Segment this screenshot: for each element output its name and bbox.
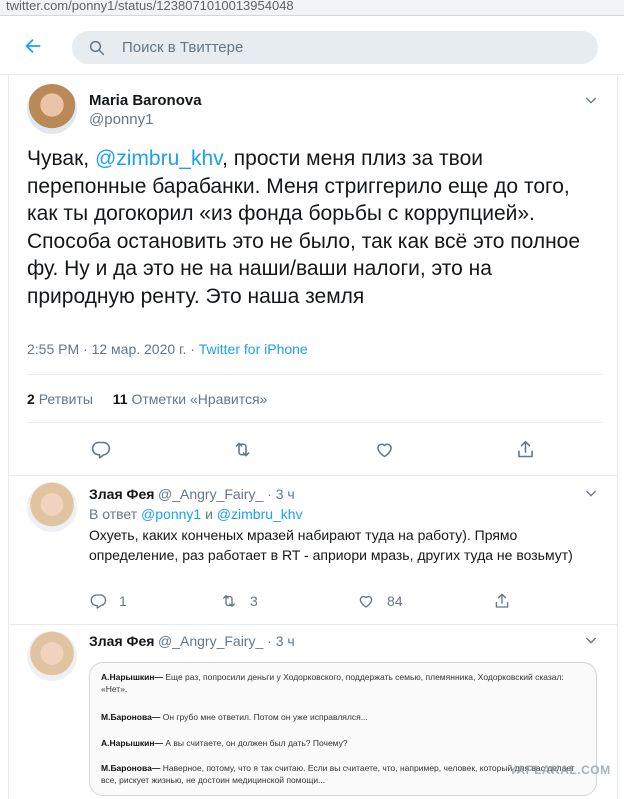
avatar[interactable] bbox=[27, 631, 77, 681]
browser-url[interactable]: twitter.com/ponny1/status/12380710100139… bbox=[6, 0, 294, 13]
reply-author-handle[interactable]: @_Angry_Fairy_ · 3 ч bbox=[158, 633, 295, 649]
heart-icon bbox=[359, 595, 373, 608]
transcript-line: М.Баронова— Он грубо мне ответил. Потом … bbox=[101, 711, 591, 723]
transcript-speaker: А.Нарышкин— bbox=[101, 672, 164, 682]
share-button[interactable] bbox=[493, 592, 523, 610]
search-input[interactable] bbox=[122, 31, 582, 64]
likes-label: Отметки «Нравится» bbox=[131, 391, 268, 407]
share-icon bbox=[495, 593, 509, 608]
browser-url-bar[interactable]: twitter.com/ponny1/status/12380710100139… bbox=[0, 0, 624, 16]
divider bbox=[9, 624, 617, 625]
reply-icon bbox=[91, 441, 110, 459]
column-border-right bbox=[617, 75, 618, 799]
transcript-text: Еще раз, попросили деньги у Ходорковског… bbox=[101, 672, 564, 694]
chevron-down-icon[interactable] bbox=[583, 485, 599, 501]
author-handle[interactable]: @ponny1 bbox=[89, 111, 153, 128]
tweet-text-part: , прости меня плиз за твои перепонные ба… bbox=[27, 147, 581, 308]
retweet-button[interactable]: 3 bbox=[220, 592, 258, 610]
transcript-text: Наверное, потому, что я так считаю. Если… bbox=[101, 763, 575, 785]
tweet-timestamp[interactable]: 2:55 PM · 12 мар. 2020 г. · bbox=[27, 341, 199, 357]
transcript-line: А.Нарышкин— А вы считаете, он должен был… bbox=[101, 737, 591, 749]
reply-author-name[interactable]: Злая Фея bbox=[89, 486, 154, 502]
retweet-count: 3 bbox=[250, 593, 258, 609]
back-button[interactable] bbox=[18, 31, 48, 61]
top-header bbox=[0, 17, 624, 75]
transcript-speaker: А.Нарышкин— bbox=[101, 738, 164, 748]
reply-to-line: В ответ @ponny1 и @zimbru_khv bbox=[89, 506, 303, 522]
likes-count: 11 bbox=[112, 391, 128, 407]
reply-to-and: и bbox=[201, 506, 217, 522]
retweet-icon bbox=[223, 595, 235, 607]
tweet-text-part: Чувак, bbox=[27, 147, 95, 170]
like-button[interactable]: 84 bbox=[357, 592, 403, 610]
retweets-count: 2 bbox=[27, 391, 35, 407]
retweets-stat[interactable]: 2 Ретвиты bbox=[27, 391, 93, 407]
transcript-text: А вы считаете, он должен был дать? Почем… bbox=[163, 738, 348, 748]
transcript-speaker: М.Баронова— bbox=[101, 763, 161, 773]
transcript-text: Он грубо мне ответил. Потом он уже испра… bbox=[160, 712, 368, 722]
tweet-stats: 2 Ретвиты 11 Отметки «Нравится» bbox=[27, 391, 267, 407]
mention-link[interactable]: @zimbru_khv bbox=[95, 147, 222, 170]
reply-author-handle[interactable]: @_Angry_Fairy_ · 3 ч bbox=[158, 486, 295, 502]
search-icon bbox=[89, 40, 105, 56]
search-box[interactable] bbox=[72, 31, 598, 64]
avatar[interactable] bbox=[27, 84, 77, 134]
avatar[interactable] bbox=[27, 482, 77, 532]
share-icon bbox=[517, 440, 533, 457]
transcript-speaker: М.Баронова— bbox=[101, 712, 161, 722]
transcript-line: А.Нарышкин— Еще раз, попросили деньги у … bbox=[101, 671, 591, 695]
divider bbox=[27, 374, 602, 375]
mention-link[interactable]: @ponny1 bbox=[141, 506, 201, 522]
mention-link[interactable]: @zimbru_khv bbox=[217, 506, 303, 522]
heart-icon bbox=[376, 443, 392, 457]
divider bbox=[9, 475, 617, 476]
like-count: 84 bbox=[387, 593, 403, 609]
tweet-source-link[interactable]: Twitter for iPhone bbox=[199, 341, 308, 357]
share-button[interactable] bbox=[513, 437, 537, 461]
divider bbox=[27, 422, 602, 423]
retweet-button[interactable] bbox=[230, 437, 254, 461]
chevron-down-icon[interactable] bbox=[583, 92, 599, 108]
chevron-down-icon[interactable] bbox=[583, 632, 599, 648]
reply-count: 1 bbox=[119, 593, 127, 609]
reply-icon bbox=[90, 594, 107, 609]
reply-to-prefix: В ответ bbox=[89, 506, 142, 522]
arrow-left-icon bbox=[25, 38, 41, 54]
reply-button[interactable] bbox=[88, 437, 112, 461]
reply-author-name[interactable]: Злая Фея bbox=[89, 633, 154, 649]
retweet-icon bbox=[235, 442, 249, 456]
likes-stat[interactable]: 11 Отметки «Нравится» bbox=[113, 391, 268, 407]
author-name[interactable]: Maria Baronova bbox=[89, 92, 202, 109]
watermark: YAPLAKAL.COM bbox=[509, 763, 611, 777]
reply-button[interactable]: 1 bbox=[89, 592, 127, 610]
column-border-left bbox=[8, 75, 9, 799]
retweets-label: Ретвиты bbox=[38, 391, 93, 407]
tweet-text: Чувак, @zimbru_khv, прости меня плиз за … bbox=[27, 145, 602, 310]
like-button[interactable] bbox=[372, 437, 396, 461]
reply-text: Охуеть, каких конченых мразей набирают т… bbox=[89, 527, 573, 563]
tweet-meta: 2:55 PM · 12 мар. 2020 г. · Twitter for … bbox=[27, 341, 308, 357]
